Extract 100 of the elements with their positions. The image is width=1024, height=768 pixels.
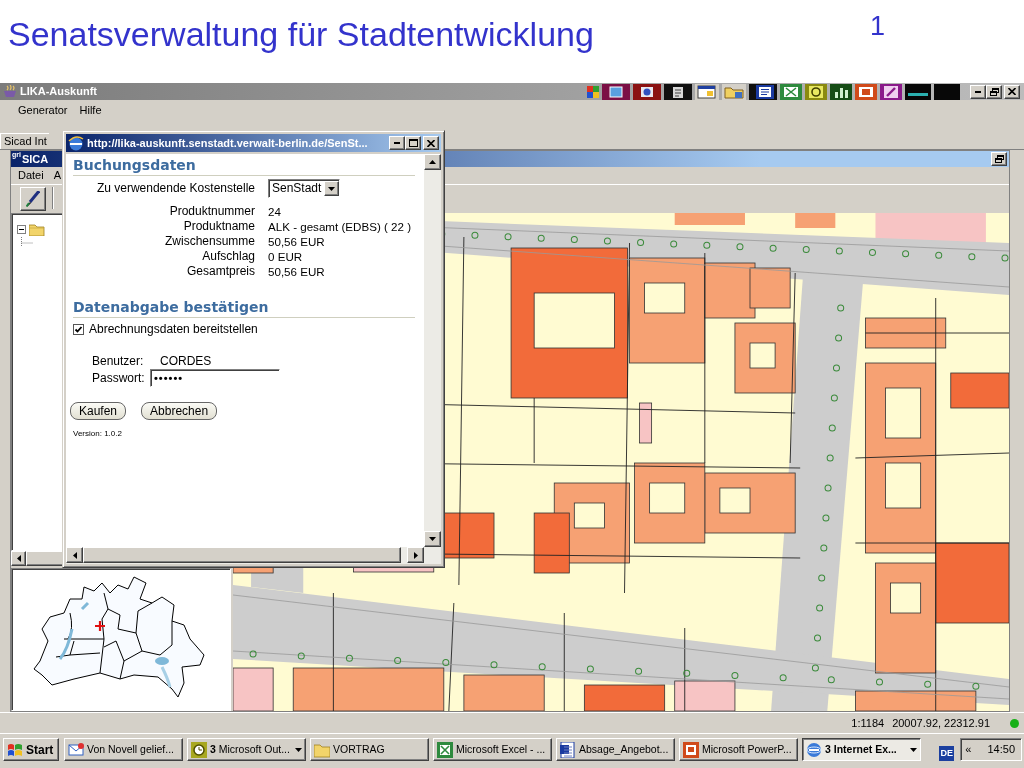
collapse-icon[interactable] (17, 225, 26, 234)
ring-icon (805, 83, 827, 100)
taskbar-button[interactable]: Absage_Angebot... (556, 738, 675, 761)
cross-icon (437, 741, 453, 758)
field-value: ALK - gesamt (EDBS) ( 22 ) (268, 219, 412, 234)
clock: 14:50 (987, 742, 1015, 758)
draw-tool-button[interactable] (20, 187, 46, 211)
minimize-button[interactable] (389, 136, 405, 150)
action-button[interactable]: Abbrechen (141, 402, 218, 420)
document-icon (749, 83, 777, 100)
menu-item[interactable]: A (48, 167, 67, 184)
field-value: CORDES (159, 354, 212, 369)
horizontal-scrollbar[interactable] (66, 547, 424, 564)
field-label: Gesamtpreis (186, 264, 255, 279)
taskbar-button[interactable]: 3 Internet Ex... (802, 738, 921, 761)
section-heading: Buchungsdaten (73, 157, 196, 174)
checkbox-label: Abrechnungsdaten bereitstellen (89, 322, 258, 337)
menu-item[interactable]: Hilfe (73, 100, 108, 121)
restore-icon (994, 155, 1004, 163)
globe-icon (806, 741, 822, 758)
field-value: 50,56 EUR (268, 234, 325, 249)
window-title: http://lika-auskunft.senstadt.verwalt-berlin.de/SenSt... (87, 136, 368, 151)
page-number: 1 (869, 11, 885, 43)
close-icon (1008, 88, 1016, 95)
scroll-up-button[interactable] (424, 154, 441, 170)
down-arrow-icon (429, 537, 436, 541)
checkbox[interactable] (73, 324, 84, 335)
coordinates: 20007.92, 22312.91 (892, 716, 990, 731)
taskbar-button[interactable]: 3 Microsoft Out... (187, 738, 306, 761)
cup-icon (3, 85, 17, 98)
field-label: Passwort: (92, 370, 146, 386)
window-title: LIKA-Auskunft (20, 84, 97, 99)
field-label: Benutzer: (92, 354, 145, 369)
square-icon (602, 83, 630, 100)
envelope-icon (68, 741, 84, 758)
close-button[interactable] (423, 136, 439, 150)
taskbar-button[interactable]: Microsoft Excel - ... (433, 738, 552, 761)
document-icon (664, 83, 692, 100)
password-field[interactable]: •••••• (150, 369, 280, 387)
minimize-icon (975, 90, 981, 93)
menu-item[interactable]: Datei (13, 167, 49, 184)
document-icon (560, 741, 576, 758)
field-label: Zu verwendende Kostenstelle (96, 181, 255, 196)
menu-item[interactable]: Generator (12, 100, 74, 121)
field-value: 50,56 EUR (268, 264, 325, 279)
folder-icon (314, 741, 330, 758)
close-icon (427, 139, 435, 147)
scroll-thumb[interactable] (83, 547, 401, 563)
field-label: Zwischensumme (164, 234, 255, 249)
window-title: SICA (21, 152, 49, 167)
status-dot-icon (1010, 718, 1019, 728)
taskbar-button[interactable]: VORTRAG (310, 738, 429, 761)
square-icon (855, 83, 877, 100)
folder-icon (29, 223, 45, 236)
start-button[interactable]: Start (3, 738, 59, 761)
left-arrow-icon (16, 555, 21, 562)
minimize-button[interactable] (970, 84, 986, 99)
four-squares-icon (587, 85, 599, 98)
field-label: Aufschlag (202, 249, 255, 264)
scroll-right-button[interactable] (407, 547, 424, 563)
field-label: Produktnummer (169, 204, 255, 219)
field-value: 0 EUR (268, 249, 303, 264)
slide-title: Senatsverwaltung für Stadtentwicklung (8, 14, 594, 55)
maximize-icon (408, 139, 418, 147)
globe-icon (68, 135, 84, 151)
dropdown-arrow-icon (328, 186, 336, 191)
restore-button[interactable] (986, 84, 1002, 99)
location-marker-icon (93, 619, 107, 633)
taskbar-button[interactable]: Von Novell gelief... (64, 738, 183, 761)
flag-icon (7, 742, 23, 757)
square-icon (683, 741, 699, 758)
sicad-tab[interactable]: Sicad Int (0, 133, 49, 149)
language-indicator[interactable]: DE (939, 745, 955, 761)
field-value: 24 (268, 204, 281, 219)
maximize-button[interactable] (405, 136, 421, 150)
scroll-left-button[interactable] (11, 551, 26, 566)
clock-icon (191, 741, 207, 758)
right-arrow-icon (413, 551, 418, 559)
tree-connector-icon (21, 237, 33, 247)
scroll-left-button[interactable] (66, 547, 83, 563)
action-button[interactable]: Kaufen (70, 402, 127, 420)
restore-icon (989, 87, 999, 96)
pen-icon (26, 191, 40, 207)
up-arrow-icon (429, 160, 436, 164)
cross-icon (780, 83, 802, 100)
map-scale: 1:1184 (851, 716, 885, 731)
minimize-icon (394, 142, 400, 144)
tray-toggle[interactable]: « (965, 741, 972, 758)
section-heading: Datenabgabe bestätigen (73, 299, 269, 316)
close-button[interactable] (1004, 84, 1020, 99)
cost-center-select[interactable]: SenStadt (268, 179, 341, 198)
slash-icon (880, 83, 902, 100)
restore-button[interactable] (991, 152, 1007, 166)
tile-icon (934, 83, 960, 100)
scroll-down-button[interactable] (424, 531, 441, 547)
vertical-scrollbar[interactable] (424, 154, 441, 547)
taskbar-button[interactable]: Microsoft PowerP... (679, 738, 798, 761)
field-label: Produktname (183, 219, 255, 234)
bar-icon (905, 83, 931, 100)
version-text: Version: 1.0.2 (73, 429, 122, 439)
